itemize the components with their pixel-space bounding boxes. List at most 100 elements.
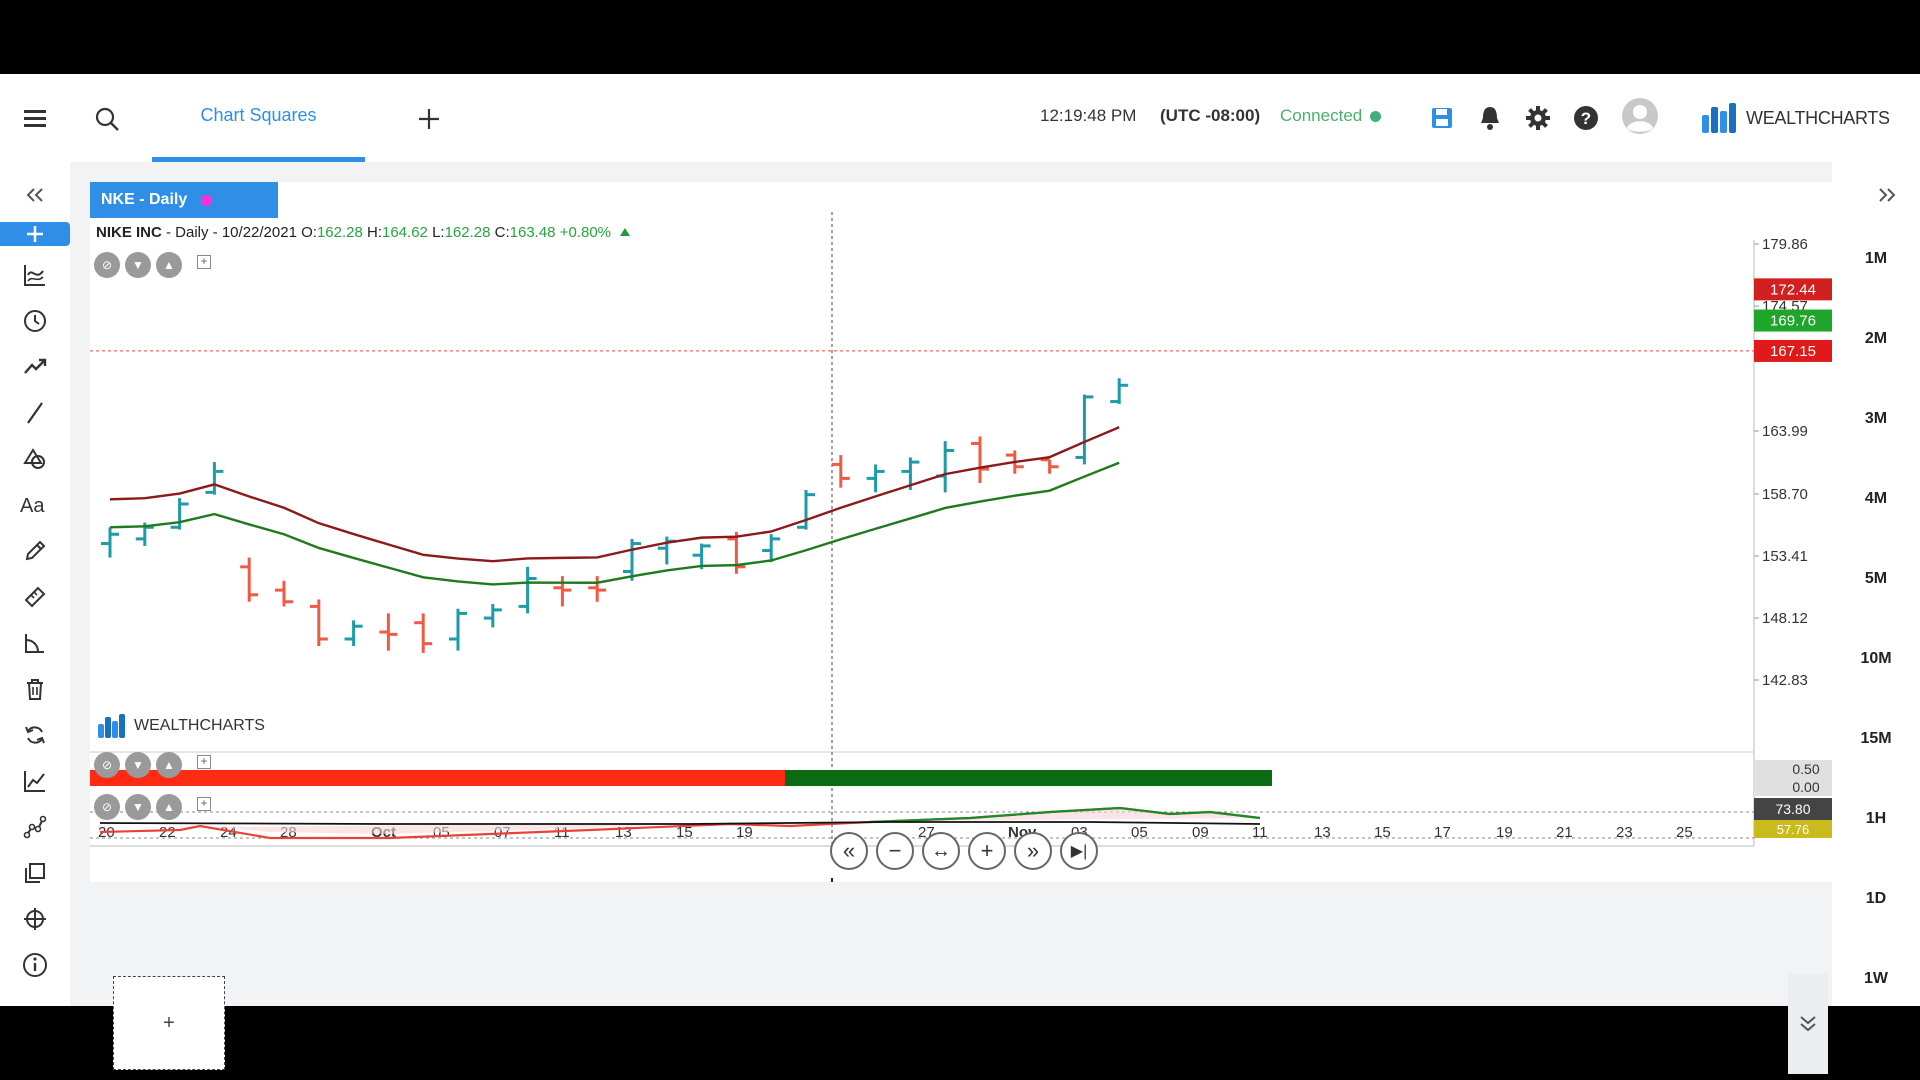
search-icon[interactable] <box>90 102 124 136</box>
period-15m[interactable]: 15M <box>1832 730 1920 748</box>
brand-logo: WEALTHCHARTS <box>1700 100 1896 136</box>
osc1-up-icon[interactable]: ▲ <box>156 752 182 778</box>
brand-name: WEALTHCHARTS <box>1746 107 1890 128</box>
line-tool-icon[interactable] <box>18 396 52 430</box>
node-path-icon[interactable] <box>18 810 52 844</box>
period-bar: 1M 2M 3M 4M 5M 10M 15M 1H 1D 1W <box>1832 162 1920 1006</box>
svg-text:?: ? <box>1581 109 1591 128</box>
ohlc-bar <box>866 464 885 493</box>
indicators-icon[interactable] <box>18 258 52 292</box>
chart-panel: 179.86 174.57 163.99 158.70 153.41 148.12 142.… <box>90 182 1832 882</box>
osc1-expand-icon[interactable]: + <box>197 755 211 769</box>
chart-tab-label: NKE - Daily <box>101 191 188 208</box>
help-icon[interactable]: ? <box>1570 102 1602 134</box>
pane-up-icon[interactable]: ▲ <box>156 252 182 278</box>
expand-down-icon[interactable] <box>1788 974 1828 1074</box>
go-to-latest-icon[interactable]: ▶| <box>1060 832 1098 870</box>
add-chart-button[interactable]: + <box>113 976 225 1070</box>
ohlc-bar <box>518 566 537 614</box>
layers-icon[interactable] <box>18 856 52 890</box>
chart-canvas[interactable]: 179.86174.57163.99158.70153.41148.12142.… <box>90 182 1832 882</box>
info-description: - Daily - 10/22/2021 <box>161 224 302 241</box>
time-tick-label: 21 <box>1556 824 1573 841</box>
trash-icon[interactable] <box>18 672 52 706</box>
text-tool-icon[interactable]: Aa <box>18 488 52 522</box>
chart-nav-controls: « − ↔ + » ▶| <box>830 832 1098 870</box>
osc1-negative-band <box>90 770 785 786</box>
zoom-out-icon[interactable]: − <box>876 832 914 870</box>
collapse-right-icon[interactable] <box>1870 178 1904 212</box>
osc1-down-icon[interactable]: ▼ <box>125 752 151 778</box>
ruler-icon[interactable] <box>18 580 52 614</box>
ohlc-bar <box>1040 458 1059 474</box>
period-1m[interactable]: 1M <box>1832 250 1920 268</box>
pane-remove-icon[interactable]: ⊘ <box>94 252 120 278</box>
top-bar: Chart Squares 12:19:48 PM (UTC -08:00) C… <box>0 74 1920 162</box>
ohlc-bar <box>449 608 467 651</box>
moving-average-red-line <box>109 426 1120 563</box>
price-tick-label: 158.70 <box>1762 486 1808 503</box>
clock-time: 12:19:48 PM <box>1040 106 1137 125</box>
add-indicator-button[interactable] <box>0 222 70 246</box>
osc2-expand-icon[interactable]: + <box>197 797 211 811</box>
osc2-remove-icon[interactable]: ⊘ <box>94 794 120 820</box>
period-1w[interactable]: 1W <box>1832 970 1920 988</box>
period-5m[interactable]: 5M <box>1832 570 1920 588</box>
fit-icon[interactable]: ↔ <box>922 832 960 870</box>
save-icon[interactable] <box>1426 102 1458 134</box>
info-icon[interactable] <box>18 948 52 982</box>
osc1-remove-icon[interactable]: ⊘ <box>94 752 120 778</box>
period-4m[interactable]: 4M <box>1832 490 1920 508</box>
add-tab-button[interactable] <box>412 102 446 136</box>
shapes-icon[interactable] <box>18 442 52 476</box>
avatar[interactable] <box>1620 96 1660 136</box>
osc2-up-icon[interactable]: ▲ <box>156 794 182 820</box>
open-label: O: <box>301 224 317 241</box>
osc2-down-icon[interactable]: ▼ <box>125 794 151 820</box>
ohlc-bar <box>588 576 607 602</box>
period-2m[interactable]: 2M <box>1832 330 1920 348</box>
period-1d[interactable]: 1D <box>1832 890 1920 908</box>
angle-icon[interactable] <box>18 626 52 660</box>
bell-icon[interactable] <box>1474 102 1506 134</box>
close-label: C: <box>494 224 510 241</box>
ohlc-bar <box>205 462 224 495</box>
ohlc-bar <box>727 531 746 574</box>
gear-icon[interactable] <box>1522 102 1554 134</box>
line-chart-icon[interactable] <box>18 764 52 798</box>
ohlc-info-line: NIKE INC - Daily - 10/22/2021 O:162.28 H… <box>96 224 631 241</box>
price-tick-label: 153.41 <box>1762 548 1808 565</box>
collapse-left-icon[interactable] <box>18 178 52 212</box>
price-tick-label: 179.86 <box>1762 236 1808 253</box>
period-10m[interactable]: 10M <box>1832 650 1920 668</box>
ohlc-bar <box>1110 378 1129 404</box>
ohlc-bar <box>275 580 293 607</box>
scroll-forward-icon[interactable]: » <box>1014 832 1052 870</box>
change-percent: +0.80% <box>559 224 611 241</box>
price-tag-ma-green-label: 169.76 <box>1770 313 1816 330</box>
clock-icon[interactable] <box>18 304 52 338</box>
low-label: L: <box>432 224 445 241</box>
timezone-label: (UTC -08:00) <box>1160 106 1261 125</box>
period-3m[interactable]: 3M <box>1832 410 1920 428</box>
scroll-back-icon[interactable]: « <box>830 832 868 870</box>
pencil-icon[interactable] <box>18 534 52 568</box>
zoom-in-icon[interactable]: + <box>968 832 1006 870</box>
tab-chart-squares[interactable]: Chart Squares <box>152 74 365 162</box>
chart-tab-nke-daily[interactable]: NKE - Daily <box>90 182 278 218</box>
ohlc-bar <box>797 490 815 530</box>
refresh-icon[interactable] <box>18 718 52 752</box>
ohlc-bar <box>344 620 363 646</box>
osc2-axis-top: 73.80 <box>1775 801 1810 817</box>
pane-expand-icon[interactable]: + <box>197 255 211 269</box>
ohlc-bar <box>379 613 398 651</box>
chart-watermark: WEALTHCHARTS <box>96 712 265 740</box>
moving-average-green-line <box>109 461 1120 586</box>
trend-icon[interactable] <box>18 350 52 384</box>
pane-down-icon[interactable]: ▼ <box>125 252 151 278</box>
watermark-text: WEALTHCHARTS <box>134 717 265 734</box>
crosshair-icon[interactable] <box>18 902 52 936</box>
period-1h[interactable]: 1H <box>1832 810 1920 828</box>
menu-icon[interactable] <box>20 102 52 134</box>
ohlc-bar <box>553 576 572 607</box>
